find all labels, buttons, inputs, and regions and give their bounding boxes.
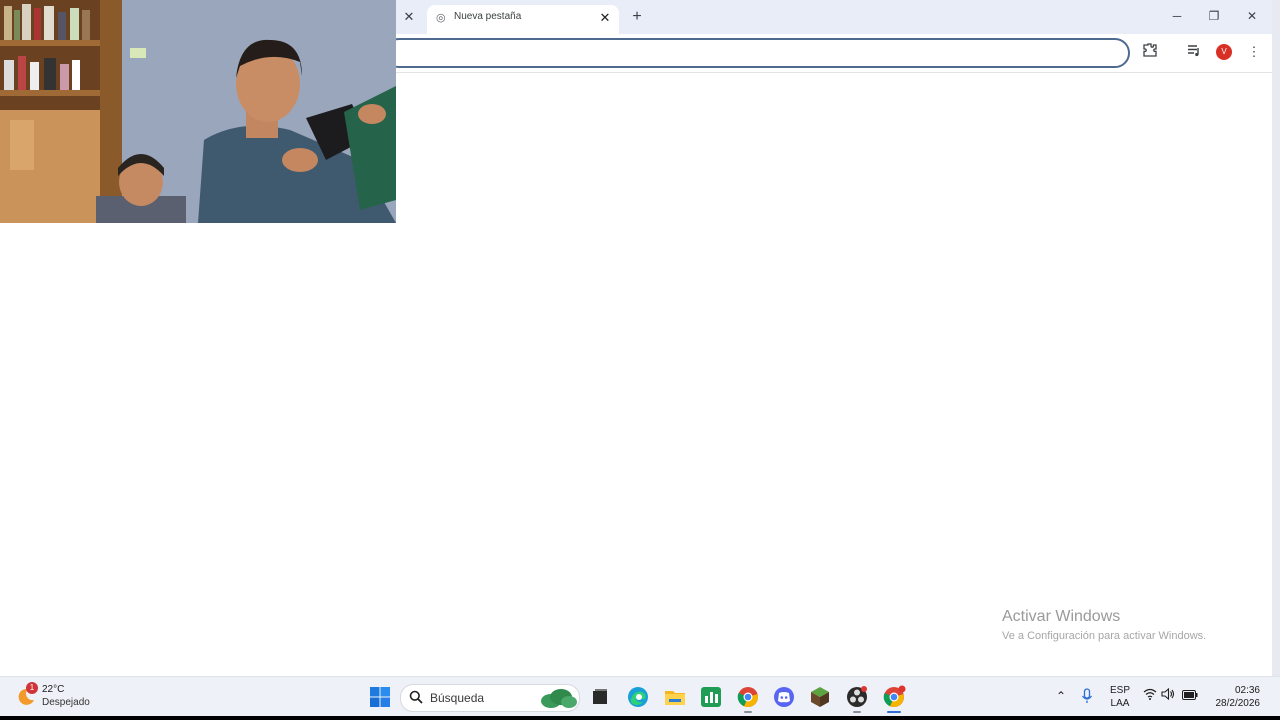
discord-icon[interactable] [772,685,796,709]
clock-time: 02:36 [1234,685,1260,696]
chrome-active-icon[interactable] [882,685,906,709]
activate-windows-title: Activar Windows [1002,608,1121,625]
taskbar-search[interactable]: Búsqueda [400,684,580,712]
microphone-icon[interactable] [1079,688,1095,704]
weather-condition: Despejado [42,697,90,708]
wifi-icon[interactable] [1142,688,1158,704]
webcam-video-image [0,0,396,223]
new-tab-button[interactable]: + [627,7,647,27]
profile-avatar[interactable]: V [1216,44,1232,60]
chrome-icon[interactable] [736,685,760,709]
running-indicator [744,711,752,713]
task-view-icon[interactable] [588,685,612,709]
extensions-icon[interactable] [1140,42,1160,62]
active-indicator [887,711,901,713]
windows-start-icon[interactable] [368,685,392,709]
taskbar: 1 22°C Despejado Búsqueda ⌃ ESP LAA 02:3… [0,676,1280,717]
edge-icon[interactable] [626,685,650,709]
search-icon [409,690,423,704]
activate-windows-subtitle: Ve a Configuración para activar Windows. [1002,630,1207,642]
address-bar[interactable] [384,38,1130,68]
system-clock[interactable]: 02:36 28/2/2026 [1204,684,1261,710]
language-code: ESP [1109,685,1130,696]
spreadsheet-app-icon[interactable] [699,685,723,709]
webcam-overlay [0,0,396,223]
close-icon[interactable]: ✕ [401,9,417,25]
show-hidden-icons-icon[interactable]: ⌃ [1053,688,1069,704]
tab-close-icon[interactable]: ✕ [597,10,613,26]
close-window-icon[interactable]: ✕ [1240,6,1264,26]
minecraft-icon[interactable] [808,685,832,709]
restore-icon[interactable]: ❐ [1202,6,1226,26]
volume-icon[interactable] [1160,687,1176,704]
keyboard-layout: LAA [1110,698,1130,709]
more-menu-icon[interactable]: ⋮ [1244,42,1264,62]
search-highlight-icon [541,689,577,708]
search-placeholder: Búsqueda [430,691,485,705]
chrome-tab-favicon-icon: ◎ [436,12,446,24]
weather-temperature: 22°C [42,684,65,695]
screen-bottom-edge [0,716,1280,720]
window-edge [1272,0,1280,676]
obs-icon[interactable] [845,685,869,709]
clock-date: 28/2/2026 [1215,698,1261,709]
minimize-icon[interactable]: ─ [1165,6,1189,26]
tab-title: Nueva pestaña [454,11,522,22]
file-explorer-icon[interactable] [663,685,687,709]
input-language[interactable]: ESP LAA [1106,684,1134,710]
tab-nueva-pestana[interactable]: ◎ Nueva pestaña ✕ [427,5,619,34]
weather-alert-badge: 1 [26,682,38,694]
running-indicator [853,711,861,713]
battery-icon[interactable] [1181,688,1199,704]
media-control-icon[interactable] [1184,42,1204,62]
